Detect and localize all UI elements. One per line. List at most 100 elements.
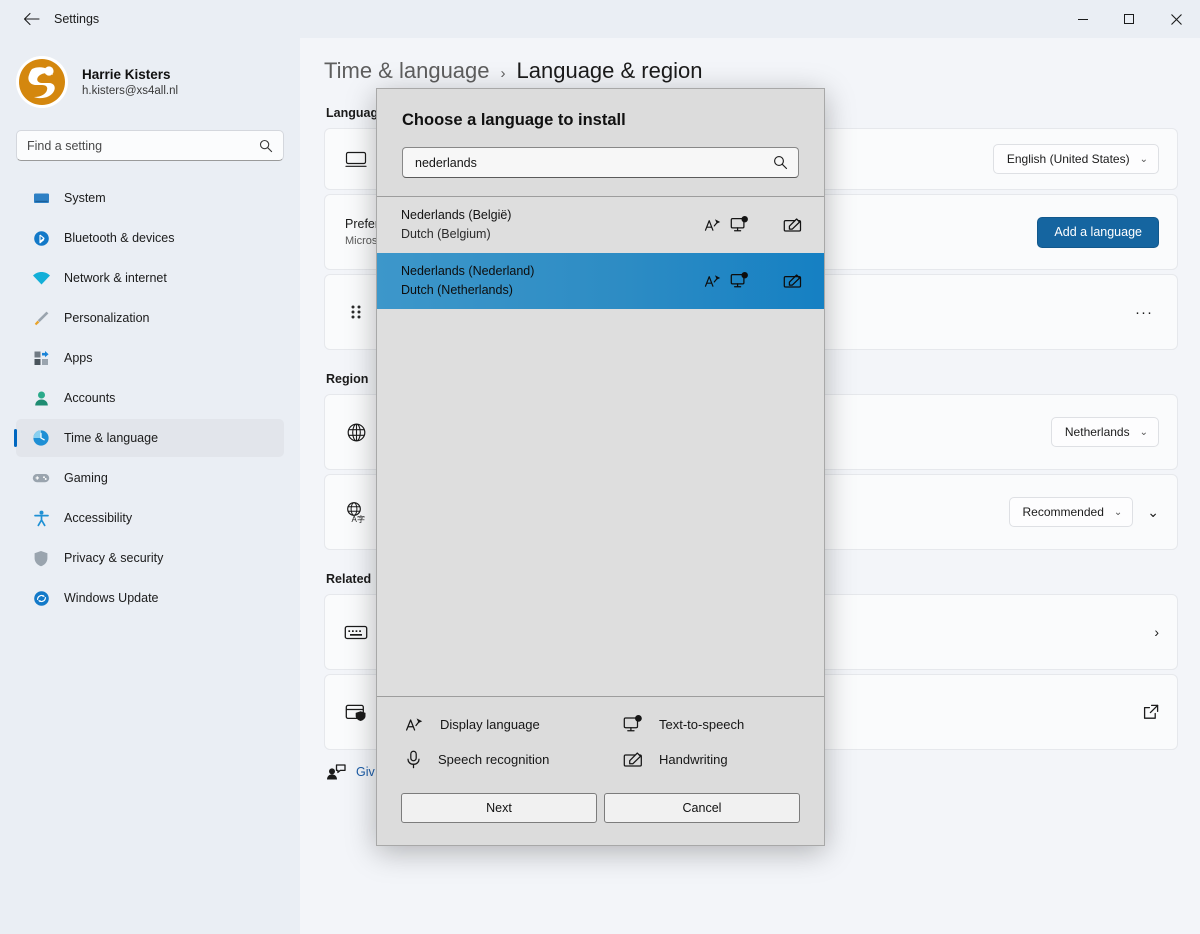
external-link-icon[interactable] <box>1143 704 1159 720</box>
update-icon <box>30 590 52 607</box>
row-control: English (United States) ⌄ <box>992 144 1159 174</box>
sidebar-item-label: Gaming <box>64 471 108 485</box>
dialog-search-input[interactable] <box>415 155 773 170</box>
globe-translate-icon: A 字 <box>339 501 373 523</box>
sidebar-item-label: Apps <box>64 351 93 365</box>
legend-label: Speech recognition <box>438 752 550 767</box>
country-region-dropdown[interactable]: Netherlands ⌄ <box>1050 417 1159 447</box>
sidebar-item-windows-update[interactable]: Windows Update <box>16 579 284 617</box>
dialog-results-list[interactable]: Nederlands (België) Dutch (Belgium) Nede… <box>377 196 824 697</box>
minimize-button[interactable] <box>1060 0 1106 38</box>
legend-label: Display language <box>440 717 540 732</box>
expand-chevron-icon[interactable]: ⌄ <box>1147 504 1159 521</box>
shield-icon <box>30 550 52 567</box>
search-icon <box>773 155 788 170</box>
sidebar-item-personalization[interactable]: Personalization <box>16 299 284 337</box>
sidebar-item-label: Personalization <box>64 311 150 325</box>
display-monitor-icon <box>339 150 373 168</box>
language-feature-icons <box>704 216 802 234</box>
sidebar-item-label: Network & internet <box>64 271 167 285</box>
text-to-speech-icon <box>623 715 643 734</box>
drag-handle-icon[interactable] <box>339 302 373 322</box>
dropdown-value: Netherlands <box>1064 425 1130 439</box>
language-native-name: Nederlands (Nederland) <box>401 264 535 278</box>
feedback-label: Giv <box>356 765 375 779</box>
sidebar-item-label: Accessibility <box>64 511 133 525</box>
legend-item-text-to-speech: Text-to-speech <box>623 715 796 734</box>
sidebar-item-accounts[interactable]: Accounts <box>16 379 284 417</box>
language-feature-icons <box>704 272 802 290</box>
back-button[interactable] <box>14 4 48 34</box>
maximize-button[interactable] <box>1106 0 1152 38</box>
row-control: ··· <box>1129 304 1159 321</box>
display-language-icon <box>704 216 722 234</box>
clock-globe-icon <box>30 429 52 447</box>
language-result-row[interactable]: Nederlands (België) Dutch (Belgium) <box>377 197 824 253</box>
legend-item-handwriting: Handwriting <box>623 750 796 769</box>
display-language-icon <box>704 272 722 290</box>
user-profile[interactable]: Harrie Kisters h.kisters@xs4all.nl <box>0 38 300 108</box>
sidebar-item-apps[interactable]: Apps <box>16 339 284 377</box>
sidebar-item-label: Time & language <box>64 431 159 445</box>
minimize-icon <box>1078 19 1088 20</box>
person-icon <box>30 390 52 407</box>
breadcrumb-parent[interactable]: Time & language <box>324 58 490 84</box>
keyboard-icon <box>339 624 373 641</box>
sidebar-item-time-language[interactable]: Time & language <box>14 419 284 457</box>
search-box[interactable] <box>16 130 284 161</box>
gamepad-icon <box>30 471 52 485</box>
handwriting-icon <box>623 751 643 769</box>
row-control: Recommended ⌄ ⌄ <box>1008 497 1159 527</box>
profile-email: h.kisters@xs4all.nl <box>82 84 179 97</box>
language-english-name: Dutch (Belgium) <box>401 227 491 241</box>
breadcrumb: Time & language › Language & region <box>300 38 1200 84</box>
language-native-name: Nederlands (België) <box>401 208 512 222</box>
bluetooth-icon <box>30 230 52 247</box>
avatar <box>16 56 68 108</box>
dialog-search-box[interactable] <box>402 147 799 178</box>
sidebar-item-label: Accounts <box>64 391 116 405</box>
sidebar-item-label: System <box>64 191 106 205</box>
chevron-right-icon[interactable]: › <box>1154 624 1159 640</box>
row-control: Add a language <box>1037 216 1159 248</box>
chevron-down-icon: ⌄ <box>1139 426 1148 438</box>
regional-format-dropdown[interactable]: Recommended ⌄ <box>1008 497 1134 527</box>
display-language-icon <box>405 715 424 734</box>
search-input[interactable] <box>27 138 259 153</box>
add-language-button[interactable]: Add a language <box>1037 216 1159 248</box>
title-bar: Settings <box>0 0 1200 38</box>
text-to-speech-icon <box>730 272 749 290</box>
more-options-button[interactable]: ··· <box>1129 304 1159 321</box>
close-icon <box>1170 13 1182 25</box>
sidebar-item-network-internet[interactable]: Network & internet <box>16 259 284 297</box>
sidebar-item-accessibility[interactable]: Accessibility <box>16 499 284 537</box>
microphone-icon <box>405 750 422 769</box>
next-button[interactable]: Next <box>401 793 597 823</box>
chevron-down-icon: ⌄ <box>1139 153 1148 165</box>
handwriting-icon <box>783 273 802 290</box>
maximize-icon <box>1124 14 1134 24</box>
sidebar-item-privacy-security[interactable]: Privacy & security <box>16 539 284 577</box>
display-language-dropdown[interactable]: English (United States) ⌄ <box>992 144 1159 174</box>
sidebar-item-bluetooth-devices[interactable]: Bluetooth & devices <box>16 219 284 257</box>
cancel-button[interactable]: Cancel <box>604 793 800 823</box>
apps-icon <box>30 350 52 367</box>
language-english-name: Dutch (Netherlands) <box>401 283 513 297</box>
profile-name: Harrie Kisters <box>82 66 171 82</box>
sidebar-item-gaming[interactable]: Gaming <box>16 459 284 497</box>
chevron-right-icon: › <box>500 65 506 82</box>
dropdown-value: Recommended <box>1022 505 1104 519</box>
caption-buttons <box>1060 0 1200 38</box>
window-title: Settings <box>54 12 100 26</box>
language-result-row[interactable]: Nederlands (Nederland) Dutch (Netherland… <box>377 253 824 309</box>
svg-text:字: 字 <box>357 514 365 523</box>
paintbrush-icon <box>30 310 52 327</box>
card-shield-icon <box>339 703 373 722</box>
close-button[interactable] <box>1152 0 1200 38</box>
row-control <box>1143 704 1159 720</box>
language-names: Nederlands (België) Dutch (Belgium) <box>401 206 704 244</box>
avatar-logo-icon <box>16 56 68 108</box>
handwriting-icon <box>783 217 802 234</box>
sidebar-item-system[interactable]: System <box>16 179 284 217</box>
search-icon <box>259 139 273 153</box>
